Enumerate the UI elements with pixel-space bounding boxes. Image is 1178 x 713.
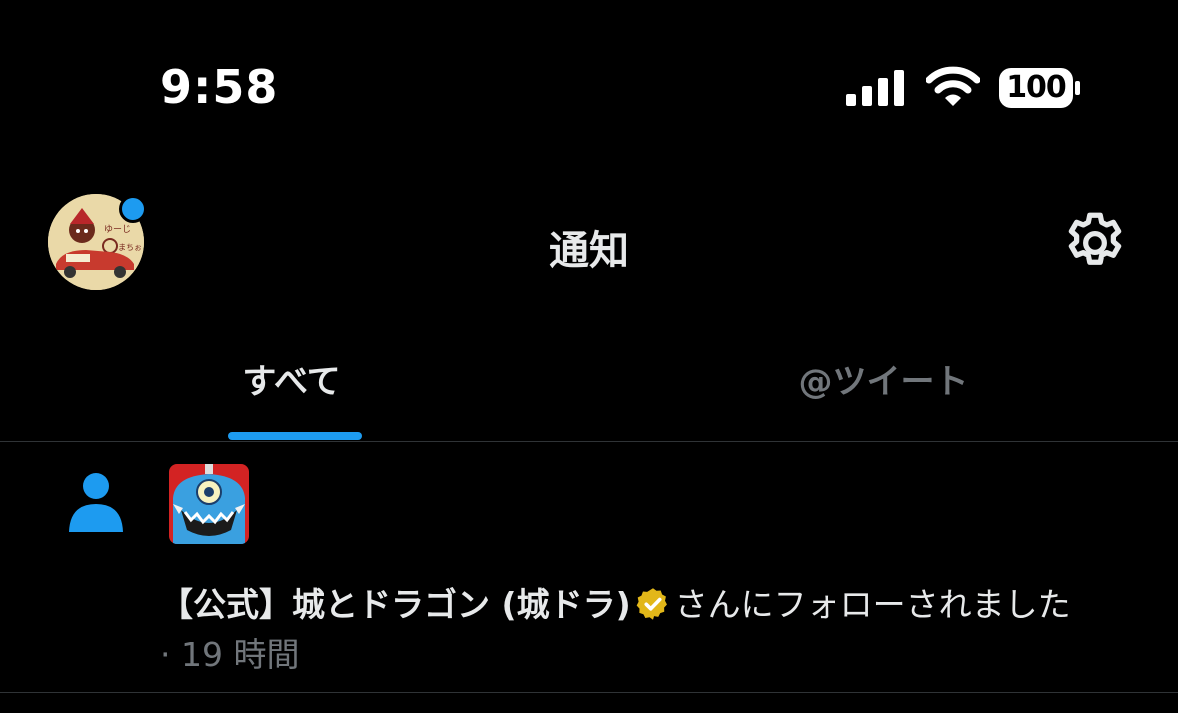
tab-mentions[interactable]: @ツイート [589, 350, 1178, 440]
svg-text:ゆーじ: ゆーじ [104, 224, 131, 235]
notification-time: · 19 時間 [160, 635, 300, 674]
cellular-signal-icon [846, 70, 904, 106]
notification-text: 【公式】城とドラゴン (城ドラ) さんにフォローされました [160, 578, 1170, 626]
tab-all[interactable]: すべて [0, 350, 589, 440]
active-tab-indicator [228, 432, 362, 440]
tabs-divider [0, 441, 1178, 442]
status-time: 9:58 [160, 60, 279, 114]
svg-text:まちぉ: まちぉ [118, 243, 142, 252]
tab-all-label: すべて [242, 362, 341, 402]
unread-badge [119, 195, 147, 223]
person-icon [69, 473, 123, 532]
follower-name[interactable]: 【公式】城とドラゴン (城ドラ) [160, 585, 631, 624]
gear-icon[interactable] [1060, 208, 1130, 278]
battery-icon: 100 [998, 66, 1082, 110]
battery-level: 100 [1006, 70, 1067, 105]
verified-badge-icon [636, 588, 667, 620]
page-title: 通知 [549, 228, 629, 274]
follower-avatar[interactable] [169, 464, 249, 544]
notification-divider [0, 692, 1178, 693]
notification-action: さんにフォローされました [674, 585, 1071, 624]
tab-mentions-label: @ツイート [798, 362, 969, 402]
wifi-icon [926, 66, 980, 106]
